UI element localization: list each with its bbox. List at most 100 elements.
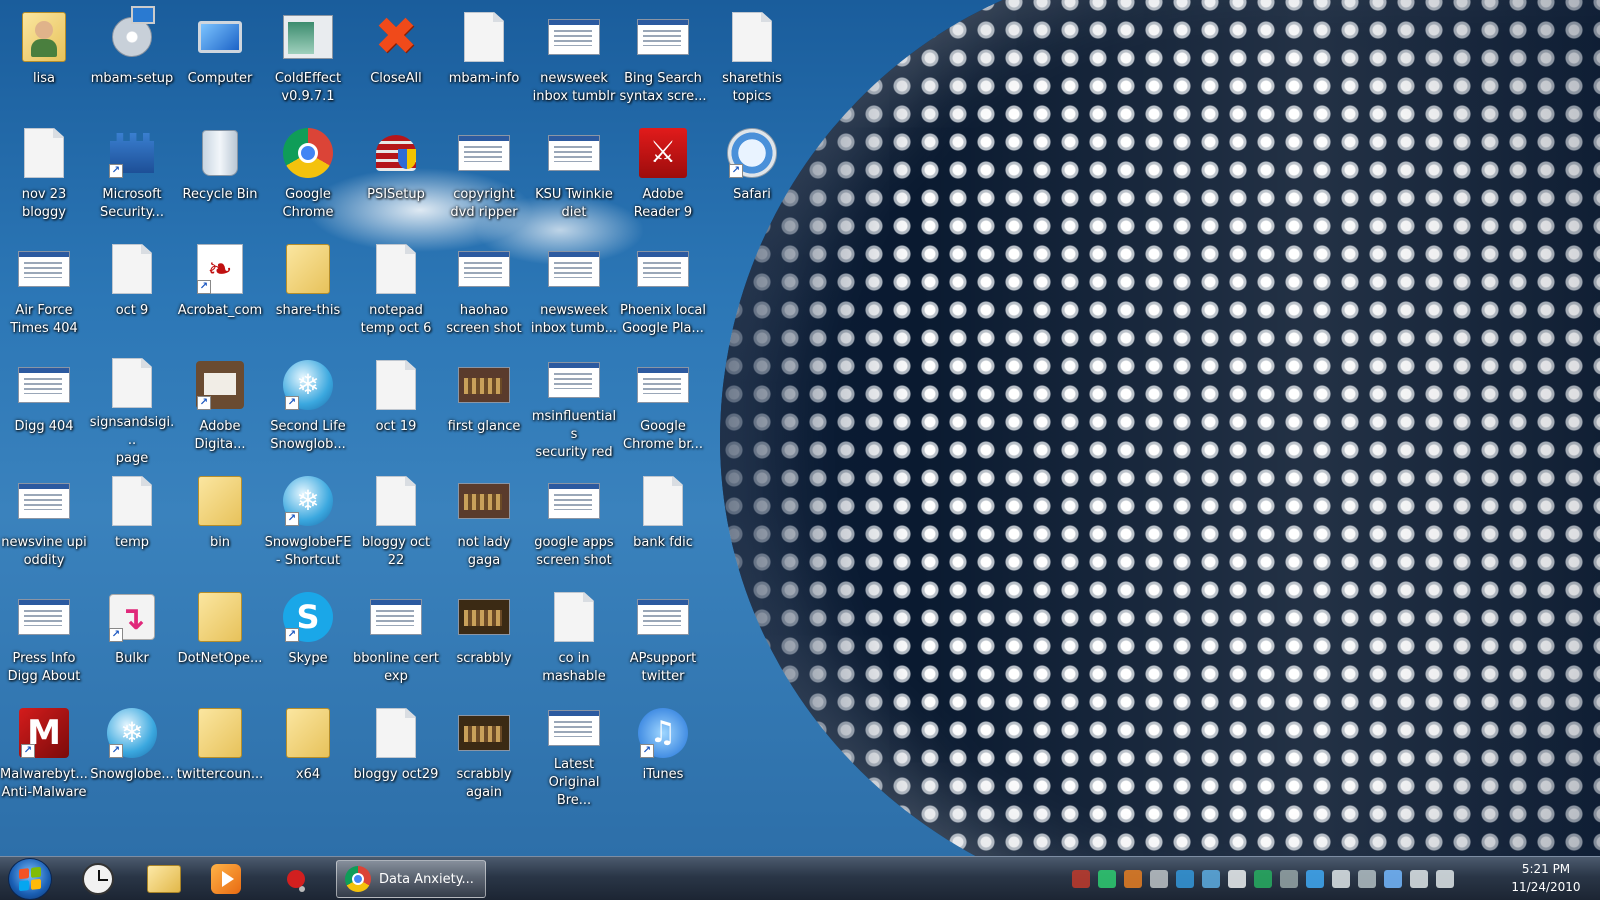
taskbar-clock[interactable]: 5:21 PM 11/24/2010 [1500, 860, 1592, 896]
desktop-icon[interactable]: KSU Twinkie diet [530, 120, 618, 230]
desktop-icon[interactable]: Google Chrome [264, 120, 352, 230]
tray-icon[interactable] [1436, 870, 1454, 888]
shortcut-arrow-icon: ↗ [197, 396, 211, 410]
desktop-icon[interactable]: nov 23 bloggy [0, 120, 88, 230]
desktop-icon[interactable]: scrabbly again [440, 700, 528, 810]
desktop-icon[interactable]: M ↗ Malwarebyt... Anti-Malware [0, 700, 88, 810]
shortcut-arrow-icon: ↗ [109, 744, 123, 758]
folder-icon [193, 474, 247, 528]
desktop-icon[interactable]: co in mashable [530, 584, 618, 694]
castle-shield-icon: ↗ [105, 126, 159, 180]
desktop-icon[interactable]: share-this [264, 236, 352, 346]
desktop-icon[interactable]: ✖ CloseAll [352, 4, 440, 114]
desktop-icon[interactable]: ↗ Adobe Digita... [176, 352, 264, 462]
desktop-icon[interactable]: Air Force Times 404 [0, 236, 88, 346]
desktop-icon[interactable]: newsweek inbox tumb... [530, 236, 618, 346]
desktop-icon[interactable]: signsandsigi... page [88, 352, 176, 466]
desktop-icon[interactable]: newsvine upi oddity [0, 468, 88, 578]
taskbar-task-chrome[interactable]: Data Anxiety... [336, 860, 486, 898]
red-x-icon: ✖ [374, 7, 418, 67]
desktop-icon[interactable]: not lady gaga [440, 468, 528, 578]
desktop-icon[interactable]: scrabbly [440, 584, 528, 694]
desktop-icon[interactable]: ❧ ↗ Acrobat_com [176, 236, 264, 346]
tray-icon[interactable] [1228, 870, 1246, 888]
desktop-icon[interactable]: Google Chrome br... [619, 352, 707, 462]
desktop-icon[interactable]: bloggy oct 22 [352, 468, 440, 578]
desktop-icon[interactable]: bank fdic [619, 468, 707, 578]
desktop-icon[interactable]: copyright dvd ripper [440, 120, 528, 230]
tray-icon[interactable] [1124, 870, 1142, 888]
desktop-icon[interactable]: msinfluentials security red [530, 352, 618, 462]
tray-icon[interactable] [1280, 870, 1298, 888]
desktop-icon[interactable]: ❄ ↗ Second Life Snowglob... [264, 352, 352, 462]
taskbar-pin-media-player[interactable] [198, 859, 254, 899]
desktop-icon[interactable]: Press Info Digg About [0, 584, 88, 694]
tray-icon[interactable] [1072, 870, 1090, 888]
desktop-icon-label: DotNetOpe... [177, 651, 263, 666]
tray-icon[interactable] [1410, 870, 1428, 888]
desktop-screen: lisa mbam-setup Computer ColdEffect v0.9.7.… [0, 0, 1600, 900]
desktop-icon[interactable]: sharethis topics [708, 4, 796, 114]
desktop-icon[interactable]: S ↗ Skype [264, 584, 352, 694]
start-button[interactable] [8, 858, 52, 900]
desktop-icon-label: oct 9 [115, 303, 149, 318]
desktop-icon[interactable]: DotNetOpe... [176, 584, 264, 694]
tray-icon[interactable] [1176, 870, 1194, 888]
tray-icon[interactable] [1332, 870, 1350, 888]
desktop-icon[interactable]: PSISetup [352, 120, 440, 230]
desktop-icon[interactable]: x64 [264, 700, 352, 810]
desktop-icon[interactable]: Recycle Bin [176, 120, 264, 230]
desktop-icon[interactable]: haohao screen shot [440, 236, 528, 346]
taskbar-pin-clock-app[interactable] [70, 859, 126, 899]
desktop-icon[interactable]: Computer [176, 4, 264, 114]
desktop-icon[interactable]: ↴ ↗ Bulkr [88, 584, 176, 694]
desktop-icon[interactable]: ↗ Safari [708, 120, 796, 230]
desktop-icon-label: Skype [288, 651, 328, 666]
tray-icon[interactable] [1150, 870, 1168, 888]
tray-icon[interactable] [1202, 870, 1220, 888]
desktop-icon[interactable]: bin [176, 468, 264, 578]
desktop-icon[interactable]: twittercoun... [176, 700, 264, 810]
taskbar-pin-pushpin-app[interactable] [268, 859, 324, 899]
desktop-icon[interactable]: lisa [0, 4, 88, 114]
desktop-icon-label: APsupport twitter [629, 651, 697, 684]
tray-icon[interactable] [1306, 870, 1324, 888]
desktop-icon[interactable]: Latest Original Bre... [530, 700, 618, 810]
desktop-icon[interactable]: notepad temp oct 6 [352, 236, 440, 346]
desktop-icon[interactable]: Phoenix local Google Pla... [619, 236, 707, 346]
desktop-icon[interactable]: APsupport twitter [619, 584, 707, 694]
screenshot-thumbnail-icon [17, 242, 71, 296]
tray-icon[interactable] [1098, 870, 1116, 888]
desktop-icon[interactable]: ColdEffect v0.9.7.1 [264, 4, 352, 114]
desktop-icon-label: Bulkr [115, 651, 149, 666]
desktop-icon[interactable]: ↗ Microsoft Security... [88, 120, 176, 230]
desktop-icon-label: bank fdic [633, 535, 693, 550]
desktop-icon[interactable]: oct 9 [88, 236, 176, 346]
desktop-icon[interactable]: Bing Search syntax scre... [619, 4, 707, 114]
desktop-icon[interactable]: google apps screen shot [530, 468, 618, 578]
folder-icon [281, 706, 335, 760]
media-player-icon [211, 864, 241, 894]
desktop-icon[interactable]: first glance [440, 352, 528, 462]
desktop-icon-label: copyright dvd ripper [450, 187, 518, 220]
tray-icon[interactable] [1254, 870, 1272, 888]
desktop-icon[interactable]: oct 19 [352, 352, 440, 462]
taskbar-pin-windows-explorer[interactable] [136, 859, 192, 899]
folder-icon [281, 242, 335, 296]
photo-thumbnail-icon [457, 474, 511, 528]
tray-icon[interactable] [1384, 870, 1402, 888]
screenshot-thumbnail-icon [547, 242, 601, 296]
desktop-icon[interactable]: ♫ ↗ iTunes [619, 700, 707, 810]
desktop-icon[interactable]: mbam-setup [88, 4, 176, 114]
desktop-icon[interactable]: ❄ ↗ SnowglobeFE - Shortcut [264, 468, 352, 578]
desktop-icon[interactable]: bbonline cert exp [352, 584, 440, 694]
desktop-icon[interactable]: ❄ ↗ Snowglobe... [88, 700, 176, 810]
desktop-icon[interactable]: ⚔ Adobe Reader 9 [619, 120, 707, 230]
desktop-icon[interactable]: Digg 404 [0, 352, 88, 462]
desktop-icon-label: Press Info Digg About [7, 651, 81, 684]
desktop-icon[interactable]: mbam-info [440, 4, 528, 114]
tray-icon[interactable] [1358, 870, 1376, 888]
desktop-icon[interactable]: temp [88, 468, 176, 578]
desktop-icon[interactable]: newsweek inbox tumblr [530, 4, 618, 114]
desktop-icon[interactable]: bloggy oct29 [352, 700, 440, 810]
